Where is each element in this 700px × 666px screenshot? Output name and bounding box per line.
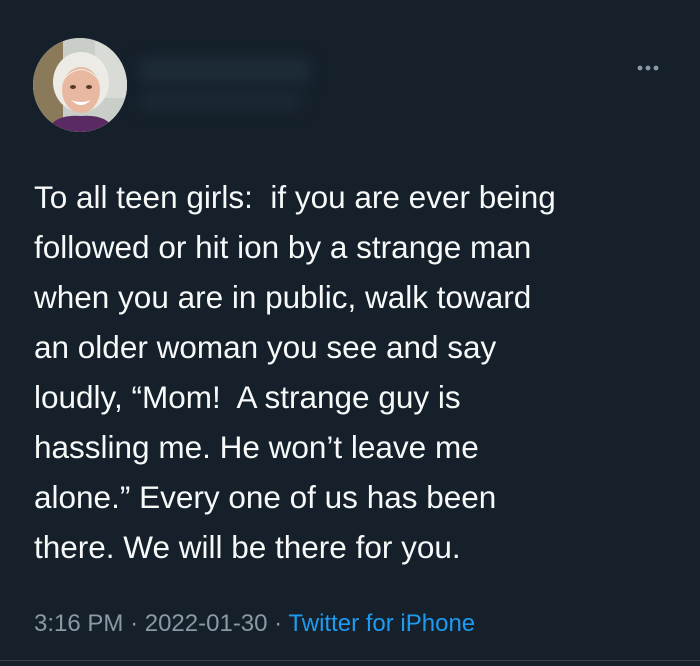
tweet-text-line: followed or hit ion by a strange man — [34, 229, 532, 265]
tweet-source-link[interactable]: Twitter for iPhone — [288, 610, 475, 637]
tweet-text: To all teen girls: if you are ever being… — [34, 172, 674, 572]
more-options-button[interactable] — [630, 56, 666, 80]
display-name-redacted — [140, 58, 310, 84]
tweet-text-line: there. We will be there for you. — [34, 529, 461, 565]
tweet-text-line: loudly, “Mom! A strange guy is — [34, 379, 461, 415]
username-redacted — [140, 92, 300, 110]
tweet-card: To all teen girls: if you are ever being… — [0, 0, 700, 666]
tweet-text-line: To all teen girls: if you are ever being — [34, 179, 556, 215]
divider — [0, 660, 700, 661]
tweet-text-line: alone.” Every one of us has been — [34, 479, 497, 515]
tweet-time[interactable]: 3:16 PM — [34, 610, 123, 637]
tweet-metadata: 3:16 PM · 2022-01-30 · Twitter for iPhon… — [34, 607, 475, 641]
tweet-text-line: an older woman you see and say — [34, 329, 497, 365]
meta-separator: · — [130, 610, 139, 637]
meta-separator: · — [274, 610, 283, 637]
more-horizontal-icon — [637, 65, 659, 71]
avatar-photo — [33, 38, 127, 132]
tweet-date[interactable]: 2022-01-30 — [145, 610, 268, 637]
tweet-text-line: when you are in public, walk toward — [34, 279, 532, 315]
avatar[interactable] — [33, 38, 127, 132]
tweet-text-line: hassling me. He won’t leave me — [34, 429, 479, 465]
